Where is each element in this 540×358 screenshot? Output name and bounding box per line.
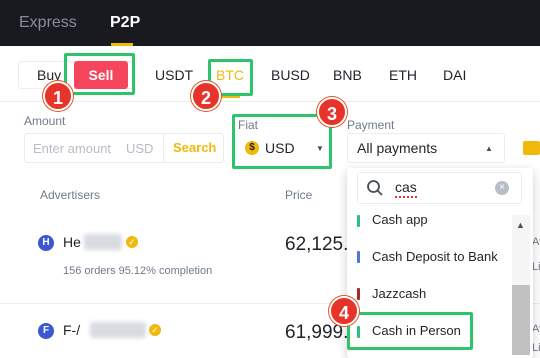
coin-tab-bnb[interactable]: BNB <box>333 67 362 83</box>
cash-in-person-highlight-box <box>347 312 473 350</box>
payment-option-cash-deposit-to-bank[interactable]: Cash Deposit to Bank <box>372 249 498 264</box>
clear-icon[interactable]: × <box>495 181 509 195</box>
dropdown-scroll-thumb[interactable] <box>512 285 530 355</box>
step-badge-3: 3 <box>317 97 347 127</box>
tab-p2p[interactable]: P2P <box>110 14 140 32</box>
amount-unit: USD <box>126 141 154 156</box>
payment-label: Payment <box>347 118 395 132</box>
verified-badge-icon: ✓ <box>126 236 138 248</box>
amount-divider <box>163 134 164 162</box>
avatar: H <box>38 235 54 251</box>
avatar: F <box>38 323 54 339</box>
top-navigation-bar <box>0 0 540 46</box>
payment-search-value: cas <box>395 179 417 195</box>
search-button[interactable]: Search <box>173 140 216 155</box>
advertiser-name[interactable]: He <box>63 234 81 250</box>
coin-tab-eth[interactable]: ETH <box>389 67 417 83</box>
search-icon <box>367 180 383 196</box>
scroll-up-arrow-icon[interactable]: ▲ <box>516 220 525 230</box>
coin-tab-busd[interactable]: BUSD <box>271 67 310 83</box>
payment-select-value: All payments <box>357 140 438 156</box>
payment-option-jazzcash[interactable]: Jazzcash <box>372 286 426 301</box>
payment-caret-up-icon: ▲ <box>485 144 493 153</box>
blurred-name <box>84 234 122 250</box>
coin-tab-usdt[interactable]: USDT <box>155 67 193 83</box>
right-cut-text: Lim <box>532 342 540 354</box>
step-badge-2: 2 <box>191 81 221 111</box>
tab-express[interactable]: Express <box>19 14 77 32</box>
right-cut-text: Ava <box>532 323 540 335</box>
amount-placeholder: Enter amount <box>33 141 112 156</box>
fiat-highlight-box <box>232 114 332 169</box>
step-badge-4: 4 <box>329 296 359 326</box>
right-cut-text: Ava <box>532 236 540 248</box>
spellcheck-underline <box>395 196 417 198</box>
sell-highlight-box <box>64 53 135 95</box>
column-header-price: Price <box>285 188 313 202</box>
amount-label: Amount <box>24 114 66 128</box>
payment-color-mark <box>357 251 360 263</box>
refresh-checkbox[interactable] <box>523 141 540 155</box>
payment-option-cash-app[interactable]: Cash app <box>372 212 428 227</box>
verified-badge-icon: ✓ <box>149 324 161 336</box>
payment-color-mark <box>357 288 360 300</box>
advertiser-name[interactable]: F-/ <box>63 322 80 338</box>
step-badge-1: 1 <box>43 81 73 111</box>
blurred-name <box>90 322 146 338</box>
right-cut-text: Lim <box>532 261 540 273</box>
coin-tab-dai[interactable]: DAI <box>443 67 466 83</box>
advertiser-stats: 156 orders 95.12% completion <box>63 265 213 277</box>
payment-color-mark <box>357 215 360 227</box>
column-header-advertisers: Advertisers <box>40 188 101 202</box>
